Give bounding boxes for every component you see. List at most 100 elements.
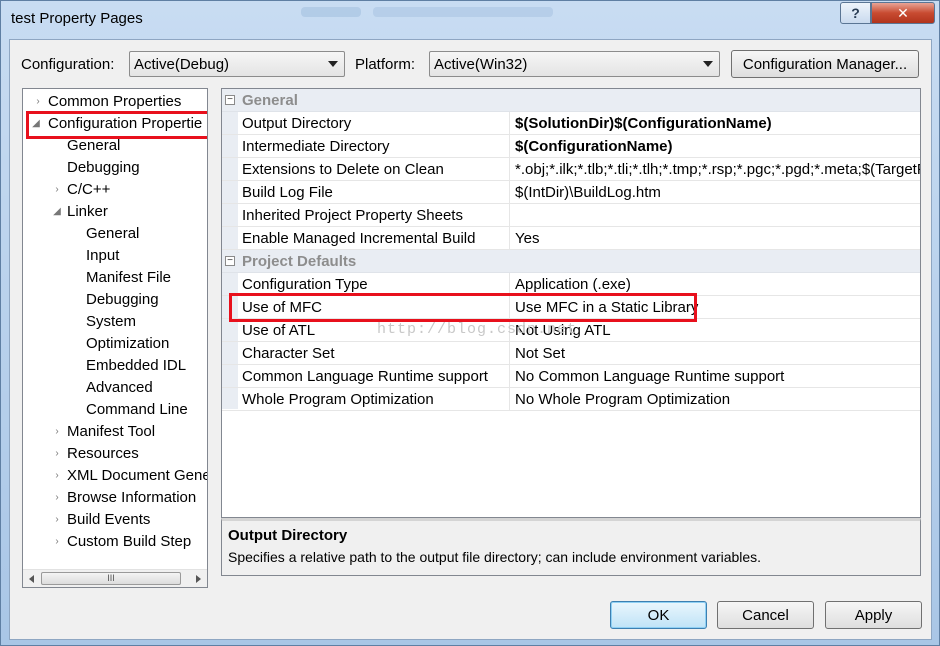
tree-item-linker-embedded-idl[interactable]: Embedded IDL [86, 356, 186, 378]
tree-item-label: C/C++ [67, 181, 111, 198]
property-tree[interactable]: › Common Properties ◢ Configuration Prop… [22, 88, 208, 588]
property-row-inherited-property-sheets[interactable]: Inherited Project Property Sheets [222, 204, 920, 227]
property-value[interactable]: Yes [512, 227, 920, 250]
category-general[interactable]: − General [222, 89, 920, 112]
property-row-whole-program-optimization[interactable]: Whole Program Optimization No Whole Prog… [222, 388, 920, 411]
apply-button[interactable]: Apply [825, 601, 922, 629]
tree-item-configuration-properties[interactable]: ◢ Configuration Propertie [26, 111, 207, 139]
close-button[interactable]: ✕ [871, 2, 935, 24]
property-value[interactable]: Application (.exe) [512, 273, 920, 296]
property-name: Common Language Runtime support [240, 365, 510, 388]
tree-item-linker-input[interactable]: Input [86, 246, 119, 268]
tree-item-label: Input [86, 247, 120, 264]
tree-item-linker-general[interactable]: General [86, 224, 139, 246]
property-row-use-of-mfc[interactable]: Use of MFC Use MFC in a Static Library [222, 296, 920, 319]
property-name: Configuration Type [240, 273, 510, 296]
property-name: Character Set [240, 342, 510, 365]
tree-item-label: Embedded IDL [86, 357, 187, 374]
property-name: Intermediate Directory [240, 135, 510, 158]
property-row-clr-support[interactable]: Common Language Runtime support No Commo… [222, 365, 920, 388]
tree-item-debugging[interactable]: Debugging [67, 158, 140, 180]
tree-item-label: Browse Information [67, 489, 197, 506]
tree-horizontal-scrollbar[interactable]: III [23, 569, 207, 587]
tree-item-label: XML Document Gene [67, 467, 208, 484]
tree-item-linker-debugging[interactable]: Debugging [86, 290, 159, 312]
cancel-button[interactable]: Cancel [717, 601, 814, 629]
platform-dropdown[interactable]: Active(Win32) [429, 51, 720, 77]
expand-arrow-icon[interactable]: › [52, 444, 62, 464]
description-title: Output Directory [228, 527, 348, 544]
property-value[interactable]: Not Set [512, 342, 920, 365]
tree-item-label: Build Events [67, 511, 151, 528]
category-label: General [242, 92, 298, 109]
property-row-output-directory[interactable]: Output Directory $(SolutionDir)$(Configu… [222, 112, 920, 135]
property-row-configuration-type[interactable]: Configuration Type Application (.exe) [222, 273, 920, 296]
expand-arrow-icon[interactable]: › [52, 488, 62, 508]
expand-arrow-icon[interactable]: › [52, 466, 62, 486]
description-pane: Output Directory Specifies a relative pa… [221, 518, 921, 576]
expand-arrow-icon[interactable]: › [52, 510, 62, 530]
property-value[interactable]: No Common Language Runtime support [512, 365, 920, 388]
tree-item-linker-command-line[interactable]: Command Line [86, 400, 188, 422]
property-name: Extensions to Delete on Clean [240, 158, 510, 181]
ok-button[interactable]: OK [610, 601, 707, 629]
collapse-box-icon[interactable]: − [225, 95, 235, 105]
title-blurred-text [301, 7, 361, 17]
collapse-box-icon[interactable]: − [225, 256, 235, 266]
property-row-intermediate-directory[interactable]: Intermediate Directory $(ConfigurationNa… [222, 135, 920, 158]
property-value[interactable]: *.obj;*.ilk;*.tlb;*.tli;*.tlh;*.tmp;*.rs… [512, 158, 920, 181]
expand-arrow-icon[interactable]: › [52, 532, 62, 552]
tree-item-label: Command Line [86, 401, 188, 418]
tree-item-label: Manifest Tool [67, 423, 156, 440]
expand-arrow-icon[interactable]: › [52, 180, 62, 200]
help-icon: ? [851, 5, 860, 21]
property-name: Use of MFC [240, 296, 510, 319]
configuration-label: Configuration: [21, 56, 115, 73]
property-value[interactable] [512, 204, 920, 227]
tree-item-linker-optimization[interactable]: Optimization [86, 334, 169, 356]
tree-item-linker-system[interactable]: System [86, 312, 136, 334]
configuration-dropdown[interactable]: Active(Debug) [129, 51, 345, 77]
help-button[interactable]: ? [840, 2, 871, 24]
tree-item-label: Resources [67, 445, 139, 462]
title-bar[interactable]: test Property Pages ? ✕ [1, 1, 939, 37]
expand-arrow-icon[interactable]: › [52, 422, 62, 442]
property-value[interactable]: No Whole Program Optimization [512, 388, 920, 411]
scroll-thumb[interactable]: III [41, 572, 181, 585]
tree-item-linker-manifest-file[interactable]: Manifest File [86, 268, 171, 290]
property-row-build-log-file[interactable]: Build Log File $(IntDir)\BuildLog.htm [222, 181, 920, 204]
property-name: Whole Program Optimization [240, 388, 510, 411]
property-value[interactable]: Use MFC in a Static Library [512, 296, 920, 319]
property-row-managed-incremental-build[interactable]: Enable Managed Incremental Build Yes [222, 227, 920, 250]
collapse-arrow-icon[interactable]: ◢ [52, 202, 62, 222]
expand-arrow-icon[interactable]: › [33, 92, 43, 112]
scroll-right-icon[interactable] [196, 575, 201, 583]
tree-item-label: Custom Build Step [67, 533, 192, 550]
category-project-defaults[interactable]: − Project Defaults [222, 250, 920, 273]
property-row-extensions-to-delete[interactable]: Extensions to Delete on Clean *.obj;*.il… [222, 158, 920, 181]
property-value[interactable]: $(IntDir)\BuildLog.htm [512, 181, 920, 204]
property-name: Output Directory [240, 112, 510, 135]
property-row-character-set[interactable]: Character Set Not Set [222, 342, 920, 365]
property-grid[interactable]: − General Output Directory $(SolutionDir… [221, 88, 921, 518]
platform-label: Platform: [355, 56, 416, 73]
property-value[interactable]: $(ConfigurationName) [512, 135, 920, 158]
tree-item-general[interactable]: General [67, 136, 120, 158]
tree-item-label: Debugging [67, 159, 140, 176]
collapse-arrow-icon[interactable]: ◢ [31, 114, 41, 134]
watermark: http://blog.csdn.net [377, 321, 578, 338]
close-icon: ✕ [897, 4, 909, 21]
configuration-value: Active(Debug) [134, 56, 230, 73]
title-blurred-text-2 [373, 7, 553, 17]
scroll-left-icon[interactable] [29, 575, 34, 583]
dialog-client-area: Configuration: Active(Debug) Platform: A… [9, 39, 932, 640]
platform-value: Active(Win32) [434, 56, 528, 73]
property-value[interactable]: $(SolutionDir)$(ConfigurationName) [512, 112, 920, 135]
tree-item-label: Advanced [86, 379, 153, 396]
property-pages-window: test Property Pages ? ✕ Configuration: A… [0, 0, 940, 646]
configuration-manager-button[interactable]: Configuration Manager... [731, 50, 919, 78]
description-text: Specifies a relative path to the output … [228, 549, 762, 565]
tree-item-label: Optimization [86, 335, 170, 352]
tree-item-linker-advanced[interactable]: Advanced [86, 378, 153, 400]
tree-item-label: Linker [67, 203, 108, 220]
